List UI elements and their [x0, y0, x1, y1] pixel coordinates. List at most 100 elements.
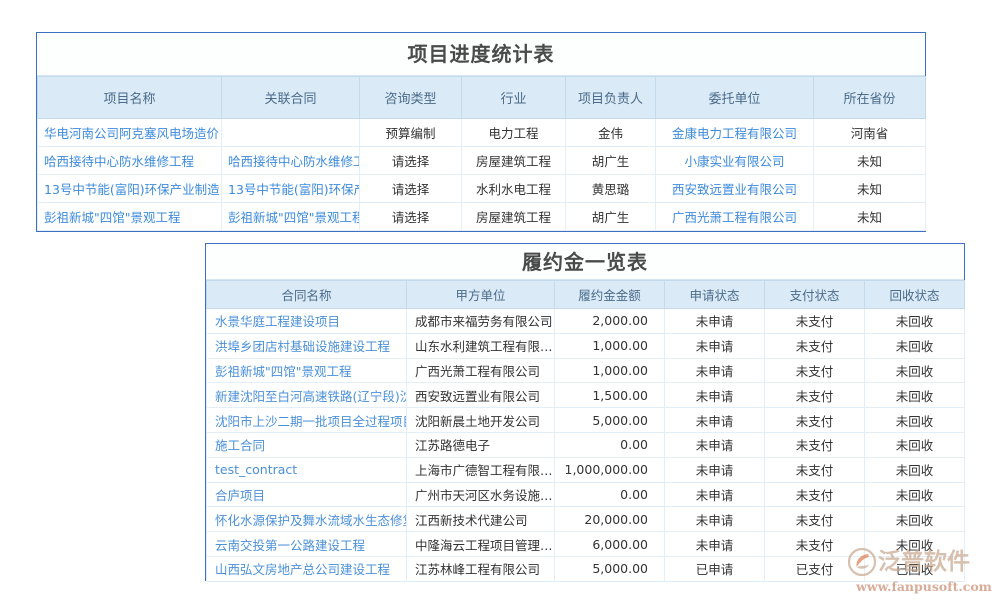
- cell-bond-amount: 1,000.00: [555, 333, 665, 358]
- cell-contract-name[interactable]: 合庐项目: [207, 482, 407, 507]
- column-header-industry[interactable]: 行业: [462, 77, 566, 119]
- table-row[interactable]: 哈西接待中心防水维修工程 哈西接待中心防水维修工 请选择 房屋建筑工程 胡广生 …: [38, 147, 926, 175]
- table-row[interactable]: 新建沈阳至白河高速铁路(辽宁段)沈阳西安致远置业有限公司1,500.00未申请未…: [207, 383, 965, 408]
- project-progress-table: 项目名称 关联合同 咨询类型 行业 项目负责人 委托单位 所在省份 华电河南公司…: [37, 76, 926, 231]
- cell-bond-amount: 0.00: [555, 482, 665, 507]
- table-row[interactable]: 水景华庭工程建设项目成都市来福劳务有限公司2,000.00未申请未支付未回收: [207, 309, 965, 334]
- cell-manager: 金伟: [566, 119, 656, 147]
- cell-related-contract[interactable]: 哈西接待中心防水维修工: [222, 147, 360, 175]
- column-header-contract-name[interactable]: 合同名称: [207, 281, 407, 309]
- cell-project-name[interactable]: 哈西接待中心防水维修工程: [38, 147, 222, 175]
- cell-pay-status: 未支付: [765, 532, 865, 557]
- cell-related-contract[interactable]: 13号中节能(富阳)环保产: [222, 175, 360, 203]
- table-row[interactable]: 沈阳市上沙二期一批项目全过程项目管沈阳新晨土地开发公司5,000.00未申请未支…: [207, 408, 965, 433]
- cell-manager: 黄思璐: [566, 175, 656, 203]
- cell-contract-name[interactable]: 彭祖新城"四馆"景观工程: [207, 358, 407, 383]
- table-row[interactable]: 施工合同江苏路德电子0.00未申请未支付未回收: [207, 432, 965, 457]
- column-header-bond-amount[interactable]: 履约金金额: [555, 281, 665, 309]
- column-header-recover-status[interactable]: 回收状态: [865, 281, 965, 309]
- column-header-party-a[interactable]: 甲方单位: [407, 281, 555, 309]
- cell-contract-name[interactable]: 怀化水源保护及舞水流域水生态修复项: [207, 507, 407, 532]
- cell-pay-status: 未支付: [765, 358, 865, 383]
- cell-pay-status: 未支付: [765, 507, 865, 532]
- cell-province: 未知: [814, 203, 926, 231]
- cell-contract-name[interactable]: 新建沈阳至白河高速铁路(辽宁段)沈阳: [207, 383, 407, 408]
- cell-consult-type: 请选择: [360, 175, 462, 203]
- cell-related-contract[interactable]: 彭祖新城"四馆"景观工程: [222, 203, 360, 231]
- column-header-consult-type[interactable]: 咨询类型: [360, 77, 462, 119]
- cell-party-a: 西安致远置业有限公司: [407, 383, 555, 408]
- cell-client-unit[interactable]: 金康电力工程有限公司: [656, 119, 814, 147]
- cell-pay-status: 未支付: [765, 383, 865, 408]
- cell-client-unit[interactable]: 广西光萧工程有限公司: [656, 203, 814, 231]
- cell-manager: 胡广生: [566, 203, 656, 231]
- cell-pay-status: 未支付: [765, 333, 865, 358]
- cell-bond-amount: 0.00: [555, 432, 665, 457]
- cell-contract-name[interactable]: 山西弘文房地产总公司建设工程: [207, 556, 407, 581]
- cell-project-name[interactable]: 华电河南公司阿克塞风电场造价: [38, 119, 222, 147]
- table-header-row: 项目名称 关联合同 咨询类型 行业 项目负责人 委托单位 所在省份: [38, 77, 926, 119]
- table-row[interactable]: 合庐项目广州市天河区水务设施…0.00未申请未支付未回收: [207, 482, 965, 507]
- cell-contract-name[interactable]: 云南交投第一公路建设工程: [207, 532, 407, 557]
- column-header-apply-status[interactable]: 申请状态: [665, 281, 765, 309]
- cell-project-name[interactable]: 彭祖新城"四馆"景观工程: [38, 203, 222, 231]
- cell-pay-status: 未支付: [765, 408, 865, 433]
- cell-project-name[interactable]: 13号中节能(富阳)环保产业制造: [38, 175, 222, 203]
- cell-contract-name[interactable]: 洪埠乡团店村基础设施建设工程: [207, 333, 407, 358]
- cell-recover-status: 未回收: [865, 358, 965, 383]
- cell-party-a: 广西光萧工程有限公司: [407, 358, 555, 383]
- cell-party-a: 成都市来福劳务有限公司: [407, 309, 555, 334]
- cell-party-a: 江苏林峰工程有限公司: [407, 556, 555, 581]
- performance-bond-title: 履约金一览表: [206, 244, 964, 280]
- cell-apply-status: 未申请: [665, 457, 765, 482]
- cell-apply-status: 已申请: [665, 556, 765, 581]
- cell-pay-status: 未支付: [765, 432, 865, 457]
- cell-recover-status: 未回收: [865, 333, 965, 358]
- cell-recover-status: 未回收: [865, 532, 965, 557]
- cell-bond-amount: 1,500.00: [555, 383, 665, 408]
- cell-apply-status: 未申请: [665, 432, 765, 457]
- column-header-client-unit[interactable]: 委托单位: [656, 77, 814, 119]
- cell-party-a: 广州市天河区水务设施…: [407, 482, 555, 507]
- cell-client-unit[interactable]: 西安致远置业有限公司: [656, 175, 814, 203]
- table-row[interactable]: 彭祖新城"四馆"景观工程 彭祖新城"四馆"景观工程 请选择 房屋建筑工程 胡广生…: [38, 203, 926, 231]
- cell-pay-status: 未支付: [765, 482, 865, 507]
- column-header-province[interactable]: 所在省份: [814, 77, 926, 119]
- column-header-project-name[interactable]: 项目名称: [38, 77, 222, 119]
- table-row[interactable]: 洪埠乡团店村基础设施建设工程山东水利建筑工程有限…1,000.00未申请未支付未…: [207, 333, 965, 358]
- cell-industry: 房屋建筑工程: [462, 203, 566, 231]
- cell-industry: 房屋建筑工程: [462, 147, 566, 175]
- cell-consult-type: 请选择: [360, 147, 462, 175]
- cell-party-a: 江苏路德电子: [407, 432, 555, 457]
- table-row[interactable]: 云南交投第一公路建设工程中隆海云工程项目管理…6,000.00未申请未支付未回收: [207, 532, 965, 557]
- performance-bond-table: 合同名称 甲方单位 履约金金额 申请状态 支付状态 回收状态 水景华庭工程建设项…: [206, 280, 965, 582]
- cell-recover-status: 未回收: [865, 482, 965, 507]
- table-row[interactable]: 华电河南公司阿克塞风电场造价 预算编制 电力工程 金伟 金康电力工程有限公司 河…: [38, 119, 926, 147]
- column-header-pay-status[interactable]: 支付状态: [765, 281, 865, 309]
- cell-contract-name[interactable]: 水景华庭工程建设项目: [207, 309, 407, 334]
- cell-bond-amount: 2,000.00: [555, 309, 665, 334]
- cell-consult-type: 请选择: [360, 203, 462, 231]
- table-row[interactable]: 怀化水源保护及舞水流域水生态修复项江西新技术代建公司20,000.00未申请未支…: [207, 507, 965, 532]
- cell-party-a: 中隆海云工程项目管理…: [407, 532, 555, 557]
- cell-contract-name[interactable]: 施工合同: [207, 432, 407, 457]
- project-progress-panel: 项目进度统计表 项目名称 关联合同 咨询类型 行业 项目负责人 委托单位 所在省…: [36, 32, 926, 232]
- cell-manager: 胡广生: [566, 147, 656, 175]
- cell-apply-status: 未申请: [665, 532, 765, 557]
- table-row[interactable]: 彭祖新城"四馆"景观工程广西光萧工程有限公司1,000.00未申请未支付未回收: [207, 358, 965, 383]
- table-row[interactable]: 山西弘文房地产总公司建设工程江苏林峰工程有限公司5,000.00已申请已支付已回…: [207, 556, 965, 581]
- cell-province: 未知: [814, 175, 926, 203]
- cell-contract-name[interactable]: test_contract: [207, 457, 407, 482]
- cell-client-unit[interactable]: 小康实业有限公司: [656, 147, 814, 175]
- column-header-related-contract[interactable]: 关联合同: [222, 77, 360, 119]
- table-row[interactable]: 13号中节能(富阳)环保产业制造 13号中节能(富阳)环保产 请选择 水利水电工…: [38, 175, 926, 203]
- cell-recover-status: 未回收: [865, 507, 965, 532]
- cell-bond-amount: 5,000.00: [555, 556, 665, 581]
- cell-bond-amount: 5,000.00: [555, 408, 665, 433]
- cell-apply-status: 未申请: [665, 507, 765, 532]
- cell-apply-status: 未申请: [665, 333, 765, 358]
- column-header-manager[interactable]: 项目负责人: [566, 77, 656, 119]
- cell-related-contract[interactable]: [222, 119, 360, 147]
- table-row[interactable]: test_contract上海市广德智工程有限…1,000,000.00未申请未…: [207, 457, 965, 482]
- cell-contract-name[interactable]: 沈阳市上沙二期一批项目全过程项目管: [207, 408, 407, 433]
